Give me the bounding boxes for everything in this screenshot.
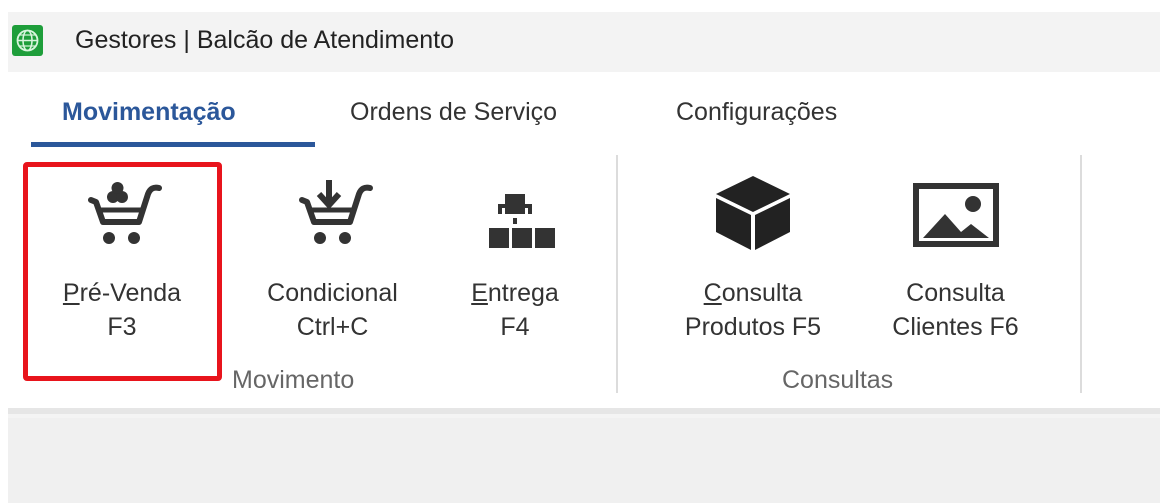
content-area	[8, 418, 1160, 503]
condicional-button[interactable]: Condicional Ctrl+C	[245, 170, 420, 370]
tab-movimentacao[interactable]: Movimentação	[62, 98, 236, 127]
title-separator: |	[183, 26, 190, 54]
consulta-clientes-label: Consulta Clientes F6	[892, 279, 1019, 341]
consulta-produtos-button[interactable]: Consulta Produtos F5	[664, 170, 842, 370]
globe-app-icon	[12, 25, 43, 56]
selection-highlight-box	[23, 162, 222, 381]
entrega-button[interactable]: Entrega F4	[455, 170, 575, 370]
entrega-label: Entrega F4	[471, 279, 559, 341]
active-tab-indicator	[31, 142, 315, 147]
consulta-produtos-label: Consulta Produtos F5	[684, 279, 822, 341]
delivery-boxes-icon	[470, 170, 560, 252]
group-separator	[616, 155, 618, 393]
screen-title: Balcão de Atendimento	[196, 26, 454, 54]
app-name: Gestores	[75, 26, 177, 54]
window-title: Gestores | Balcão de Atendimento	[75, 26, 454, 55]
consulta-clientes-button[interactable]: Consulta Clientes F6	[868, 170, 1043, 370]
title-bar: Gestores | Balcão de Atendimento	[8, 12, 1160, 72]
tab-configuracoes[interactable]: Configurações	[676, 98, 837, 127]
group-label-movimento: Movimento	[232, 366, 355, 394]
image-picture-icon	[911, 170, 1001, 252]
tab-ordens-de-servico[interactable]: Ordens de Serviço	[350, 98, 557, 127]
group-separator	[1080, 155, 1082, 393]
product-box-icon	[708, 170, 798, 252]
group-label-consultas: Consultas	[782, 366, 894, 394]
cart-download-icon	[288, 170, 378, 252]
condicional-label: Condicional Ctrl+C	[267, 279, 398, 341]
